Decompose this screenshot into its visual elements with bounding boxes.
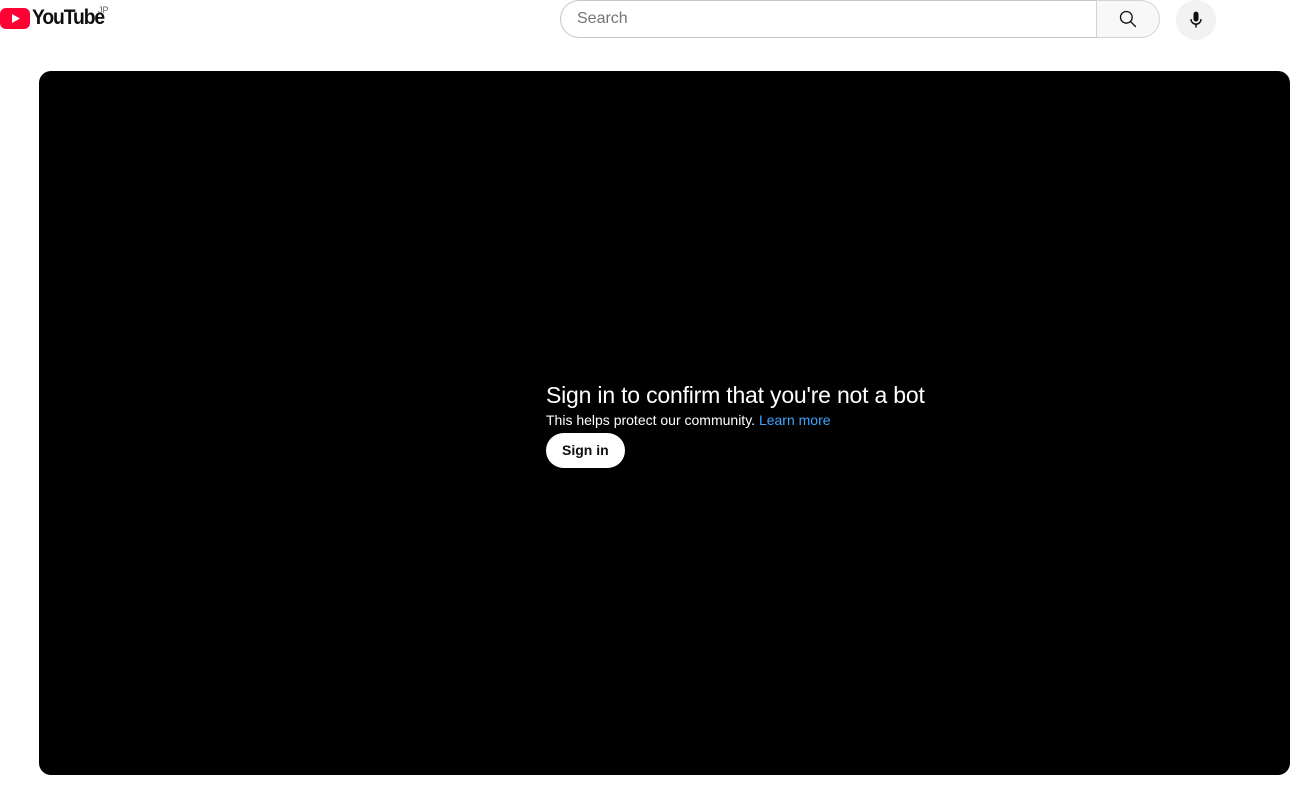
search-box[interactable] xyxy=(560,0,1096,38)
youtube-logo[interactable]: YouTube xyxy=(0,4,110,32)
search-input[interactable] xyxy=(577,1,1087,37)
search-button[interactable] xyxy=(1096,0,1160,38)
youtube-play-icon xyxy=(0,7,30,29)
bot-check-prompt: Sign in to confirm that you're not a bot… xyxy=(546,380,925,468)
learn-more-link[interactable]: Learn more xyxy=(759,412,831,428)
prompt-message-line: This helps protect our community. Learn … xyxy=(546,411,925,429)
logo-wordmark: YouTube xyxy=(32,6,105,29)
search-icon xyxy=(1119,10,1137,28)
prompt-title: Sign in to confirm that you're not a bot xyxy=(546,382,925,408)
country-code: JP xyxy=(98,5,109,15)
sign-in-button[interactable]: Sign in xyxy=(546,433,625,468)
video-player: Sign in to confirm that you're not a bot… xyxy=(39,71,1290,775)
voice-search-button[interactable] xyxy=(1176,0,1216,40)
prompt-message: This helps protect our community. xyxy=(546,412,756,428)
microphone-icon xyxy=(1190,11,1202,28)
masthead: YouTube JP xyxy=(0,0,1300,40)
